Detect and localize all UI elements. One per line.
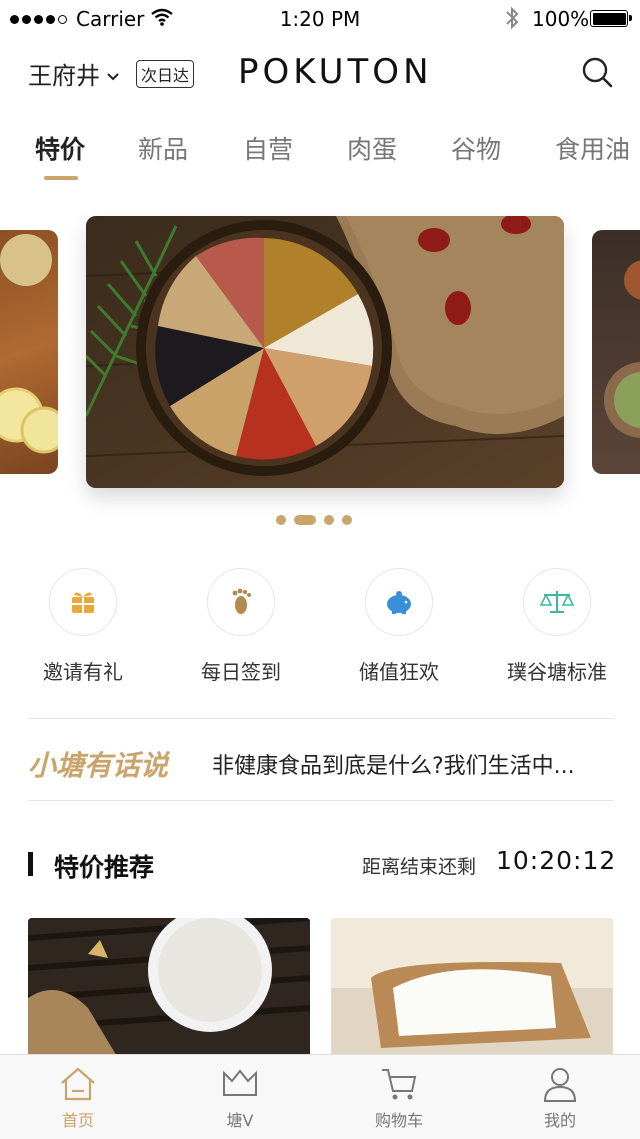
shortcut-standard[interactable]: 璞谷塘标准 <box>482 568 632 685</box>
active-tab-indicator <box>44 176 78 180</box>
page-dot[interactable] <box>324 515 334 525</box>
shortcut-recharge[interactable]: 储值狂欢 <box>324 568 474 685</box>
main-banner[interactable] <box>86 216 564 488</box>
piggy-bank-icon <box>365 568 433 636</box>
divider <box>28 718 614 719</box>
page-dot[interactable] <box>276 515 286 525</box>
status-bar: Carrier 1:20 PM 100% <box>0 0 640 38</box>
crown-icon <box>180 1065 300 1103</box>
section-title: 特价推荐 <box>54 853 155 882</box>
tab-meat-eggs[interactable]: 肉蛋 <box>347 130 397 166</box>
shortcut-label: 璞谷塘标准 <box>507 660 607 684</box>
carousel-pagination <box>276 515 352 525</box>
category-tabs: 特价 新品 自营 肉蛋 谷物 食用油 <box>0 130 640 180</box>
nav-label: 首页 <box>61 1111 94 1130</box>
bottom-navigation: 首页 塘V 购物车 我的 <box>0 1054 640 1139</box>
nav-home[interactable]: 首页 <box>18 1065 138 1131</box>
page-dot[interactable] <box>342 515 352 525</box>
nav-label: 我的 <box>543 1111 576 1130</box>
banner-next[interactable] <box>592 230 640 474</box>
shortcut-daily-checkin[interactable]: 每日签到 <box>166 568 316 685</box>
news-tag: 小塘有话说 <box>28 749 169 782</box>
battery-percent: 100% <box>532 7 590 31</box>
nav-label: 塘V <box>226 1111 254 1130</box>
section-marker <box>28 852 33 876</box>
shortcut-label: 邀请有礼 <box>43 660 123 684</box>
home-icon <box>18 1065 138 1103</box>
chevron-down-icon <box>106 60 120 88</box>
delivery-badge: 次日达 <box>136 60 195 88</box>
battery-icon <box>590 10 632 27</box>
divider <box>28 800 614 801</box>
tab-grains[interactable]: 谷物 <box>451 130 501 166</box>
news-headline[interactable]: 非健康食品到底是什么?我们生活中... <box>212 748 614 780</box>
tab-cooking-oil[interactable]: 食用油 <box>555 130 630 166</box>
location-selector[interactable]: 王府井 <box>28 56 120 91</box>
countdown-label: 距离结束还剩 <box>362 856 477 878</box>
bluetooth-icon <box>504 5 520 36</box>
shortcut-label: 储值狂欢 <box>359 660 439 684</box>
nav-cart[interactable]: 购物车 <box>339 1065 459 1131</box>
nav-label: 购物车 <box>374 1111 423 1130</box>
location-label: 王府井 <box>28 62 100 90</box>
scale-icon <box>523 568 591 636</box>
shortcut-invite[interactable]: 邀请有礼 <box>8 568 158 685</box>
nav-vip[interactable]: 塘V <box>180 1065 300 1131</box>
gift-icon <box>49 568 117 636</box>
cart-icon <box>339 1065 459 1103</box>
banner-prev[interactable] <box>0 230 58 474</box>
tab-special[interactable]: 特价 <box>35 130 85 166</box>
brand-logo: POKUTON <box>238 52 433 92</box>
product-card[interactable] <box>28 918 310 1058</box>
nav-profile[interactable]: 我的 <box>500 1065 620 1131</box>
tab-self-operated[interactable]: 自营 <box>243 130 293 166</box>
footprint-icon <box>207 568 275 636</box>
shortcut-label: 每日签到 <box>201 660 281 684</box>
countdown-timer: 10:20:12 <box>496 846 617 875</box>
user-icon <box>500 1065 620 1103</box>
tab-new[interactable]: 新品 <box>138 130 188 166</box>
product-card[interactable] <box>331 918 613 1058</box>
search-icon[interactable] <box>580 55 614 89</box>
page-dot-active[interactable] <box>294 515 316 525</box>
